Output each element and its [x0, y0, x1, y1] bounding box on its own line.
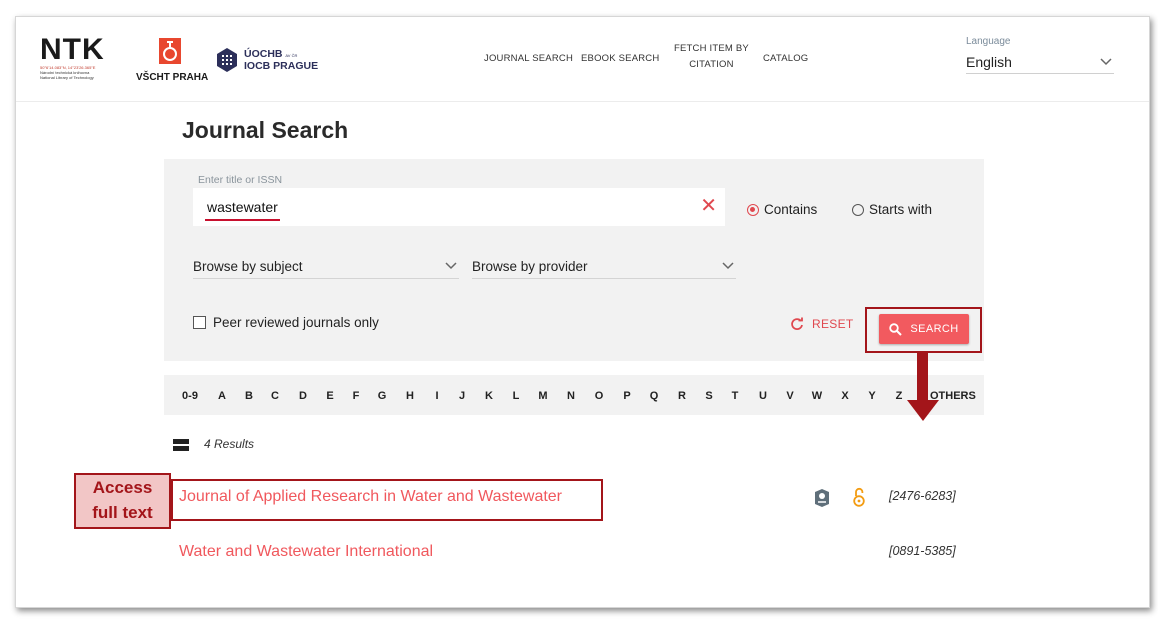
alphabet-letter-g[interactable]: G [374, 390, 390, 402]
chevron-down-icon [722, 262, 734, 270]
language-label: Language [966, 36, 1011, 47]
reset-label: RESET [812, 317, 854, 331]
alphabet-letter-q[interactable]: Q [646, 390, 662, 402]
nav-fetch-item-by-citation[interactable]: FETCH ITEM BY CITATION [674, 41, 749, 73]
alphabet-letter-r[interactable]: R [674, 390, 690, 402]
result-title-link[interactable]: Journal of Applied Research in Water and… [179, 488, 562, 506]
nav-ebook-search[interactable]: EBOOK SEARCH [581, 53, 659, 64]
reset-icon [791, 317, 803, 330]
peer-reviewed-label: Peer reviewed journals only [213, 315, 379, 330]
language-value: English [966, 54, 1012, 70]
search-input-value: wastewater [205, 199, 280, 221]
nav-fetch-line1: FETCH ITEM BY [674, 43, 749, 54]
nav-journal-search[interactable]: JOURNAL SEARCH [484, 53, 573, 64]
callout-line1: Access [92, 478, 153, 497]
alphabet-letter-a[interactable]: A [214, 390, 230, 402]
alphabet-letter-t[interactable]: T [727, 390, 743, 402]
header-divider [16, 101, 1149, 102]
alphabet-letter-w[interactable]: W [809, 390, 825, 402]
uochb-hexagon-icon [217, 48, 237, 72]
alphabet-letter-x[interactable]: X [837, 390, 853, 402]
chevron-down-icon [445, 262, 457, 270]
ntk-logo[interactable]: NTK 50°6'14.083"N, 14°23'26.365"E Národn… [40, 33, 120, 81]
provider-dropdown-label: Browse by provider [472, 258, 588, 274]
page-title: Journal Search [182, 117, 349, 143]
result-issn: [2476-6283] [889, 489, 956, 503]
radio-contains-dot [747, 203, 759, 216]
search-button[interactable]: SEARCH [879, 314, 969, 344]
search-input-label: Enter title or ISSN [198, 174, 283, 186]
search-icon [889, 322, 903, 336]
alphabet-letter-n[interactable]: N [563, 390, 579, 402]
browser-page: NTK 50°6'14.083"N, 14°23'26.365"E Národn… [15, 16, 1150, 608]
alphabet-letter-s[interactable]: S [701, 390, 717, 402]
alphabet-letter-0-9[interactable]: 0-9 [182, 390, 198, 402]
radio-starts-with-dot [852, 203, 864, 216]
uochb-logo-text: ÚOCHB AV ČR IOCB PRAGUE [244, 47, 319, 72]
nav-fetch-line2: CITATION [689, 59, 734, 70]
alphabet-letter-p[interactable]: P [619, 390, 635, 402]
search-input[interactable]: wastewater ✕ [193, 188, 725, 226]
results-count: 4 Results [204, 437, 255, 451]
uochb-line1: ÚOCHB [244, 47, 283, 60]
radio-contains-label: Contains [764, 202, 818, 217]
chevron-down-icon [1100, 58, 1112, 66]
alphabet-letter-c[interactable]: C [267, 390, 283, 402]
annotation-arrow-icon [907, 353, 939, 421]
alphabet-letter-i[interactable]: I [429, 390, 445, 402]
alphabet-letter-m[interactable]: M [535, 390, 551, 402]
alphabet-letter-v[interactable]: V [782, 390, 798, 402]
search-button-label: SEARCH [910, 323, 959, 335]
uochb-line1-small: AV ČR [285, 52, 298, 58]
alphabet-letter-j[interactable]: J [454, 390, 470, 402]
vscht-logo-text: VŠCHT PRAHA [136, 72, 209, 83]
subject-dropdown-label: Browse by subject [193, 258, 303, 274]
nav-catalog[interactable]: CATALOG [763, 53, 808, 64]
access-full-text-callout: Access full text [74, 473, 171, 529]
open-access-icon[interactable] [852, 487, 866, 507]
vscht-flask-icon [159, 38, 181, 64]
result-title-link[interactable]: Water and Wastewater International [179, 543, 433, 561]
alphabet-letter-f[interactable]: F [348, 390, 364, 402]
alphabet-letter-e[interactable]: E [322, 390, 338, 402]
alphabet-letter-h[interactable]: H [402, 390, 418, 402]
alphabet-letter-o[interactable]: O [591, 390, 607, 402]
radio-starts-with-label: Starts with [869, 202, 933, 217]
radio-contains[interactable]: Contains [747, 202, 817, 217]
alphabet-letter-z[interactable]: Z [891, 390, 907, 402]
alphabet-letter-u[interactable]: U [755, 390, 771, 402]
alphabet-letter-k[interactable]: K [481, 390, 497, 402]
ntk-logo-word: NTK [40, 33, 105, 66]
subject-dropdown[interactable]: Browse by subject [193, 254, 459, 279]
uochb-line2: IOCB PRAGUE [244, 59, 319, 72]
provider-dropdown[interactable]: Browse by provider [472, 254, 736, 279]
alphabet-letter-l[interactable]: L [508, 390, 524, 402]
peer-reviewed-icon[interactable] [814, 488, 830, 508]
clear-search-icon[interactable]: ✕ [700, 195, 717, 217]
vscht-logo[interactable]: VŠCHT PRAHA [136, 37, 209, 83]
result-issn: [0891-5385] [889, 544, 956, 558]
callout-line2: full text [92, 503, 153, 522]
radio-starts-with[interactable]: Starts with [852, 202, 932, 217]
results-view-icon[interactable] [173, 439, 189, 451]
peer-reviewed-box [193, 316, 206, 329]
ntk-logo-sub2: National Library of Technology [40, 75, 94, 80]
alphabet-letter-d[interactable]: D [295, 390, 311, 402]
alphabet-letter-b[interactable]: B [241, 390, 257, 402]
alphabet-letter-y[interactable]: Y [864, 390, 880, 402]
uochb-logo[interactable]: ÚOCHB AV ČR IOCB PRAGUE [216, 47, 318, 73]
peer-reviewed-checkbox[interactable]: Peer reviewed journals only [193, 315, 379, 330]
language-select[interactable]: English [966, 51, 1114, 74]
reset-button[interactable]: RESET [790, 317, 854, 331]
